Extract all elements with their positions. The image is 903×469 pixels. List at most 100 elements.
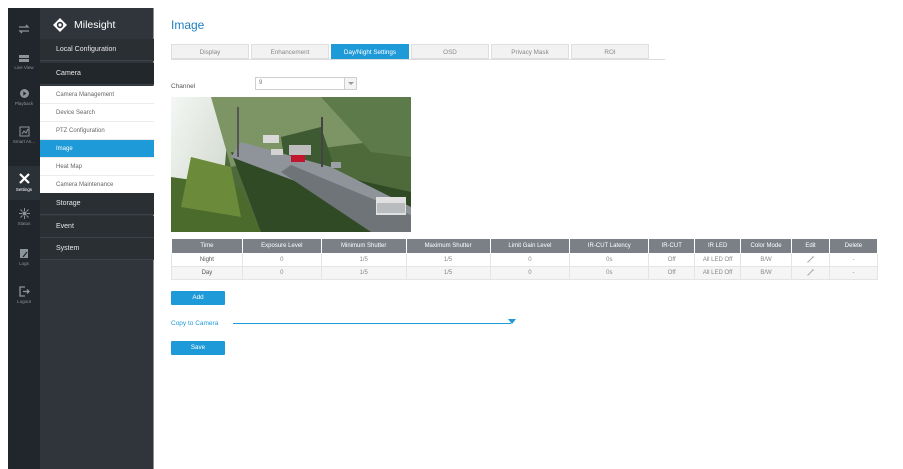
copy-to-camera-toggle[interactable]: Copy to Camera (171, 320, 218, 327)
add-button[interactable]: Add (171, 291, 225, 305)
tab-bar: Display Enhancement Day/Night Settings O… (171, 44, 649, 59)
cell-minimum-shutter: 1/5 (320, 266, 407, 280)
camera-submenu: Camera Management Device Search PTZ Conf… (40, 86, 154, 194)
cell-ir-cut: Off (648, 253, 696, 267)
table-row: Night 0 1/5 1/5 0 0s Off All LED Off B/W… (171, 253, 879, 267)
channel-value: 9 (259, 80, 263, 86)
rail-live-view[interactable]: Live View (8, 54, 40, 82)
submenu-device-search[interactable]: Device Search (40, 104, 154, 122)
channel-select[interactable]: 9 (255, 77, 357, 90)
tab-osd[interactable]: OSD (411, 44, 489, 59)
cell-exposure-level: 0 (241, 266, 322, 280)
brand-name: Milesight (74, 19, 116, 31)
rail-label: Logs (19, 261, 29, 266)
cell-ir-cut-latency: 0s (569, 253, 650, 267)
cell-time: Day (171, 266, 243, 280)
transfer-icon (18, 24, 30, 34)
column-header: IR-CUT Latency (569, 238, 650, 254)
tab-divider (171, 59, 665, 60)
submenu-camera-maintenance[interactable]: Camera Maintenance (40, 176, 154, 194)
cell-delete: - (828, 253, 879, 267)
column-header: Exposure Level (241, 238, 322, 254)
column-header: Limit Gain Level (489, 238, 571, 254)
column-header: Color Mode (740, 238, 793, 254)
rail-label: Status (17, 221, 31, 226)
rail-smart-analytics[interactable]: Smart An... (8, 126, 40, 154)
cell-maximum-shutter: 1/5 (405, 253, 491, 267)
tab-display[interactable]: Display (171, 44, 249, 59)
day-night-schedule-table: Time Exposure Level Minimum Shutter Maxi… (171, 238, 879, 280)
rail-settings[interactable]: Settings (8, 166, 40, 200)
cell-limit-gain-level: 0 (489, 266, 571, 280)
save-button[interactable]: Save (171, 341, 225, 355)
table-header-row: Time Exposure Level Minimum Shutter Maxi… (171, 238, 879, 254)
cell-limit-gain-level: 0 (489, 253, 571, 267)
column-header: IR-CUT (648, 238, 696, 254)
tab-privacy-mask[interactable]: Privacy Mask (491, 44, 569, 59)
menu-local-configuration[interactable]: Local Configuration (40, 39, 154, 61)
rail-label: Smart An... (12, 139, 36, 144)
submenu-ptz-configuration[interactable]: PTZ Configuration (40, 122, 154, 140)
sidebar: Milesight Local Configuration Camera Cam… (40, 8, 154, 469)
tab-enhancement[interactable]: Enhancement (251, 44, 329, 59)
table-row: Day 0 1/5 1/5 0 0s Off All LED Off B/W - (171, 266, 879, 280)
brand-logo: Milesight (52, 14, 115, 36)
rail-label: Settings (15, 187, 33, 192)
rail-label: Logout (17, 299, 31, 304)
tab-roi[interactable]: ROI (571, 44, 649, 59)
column-header: Edit (791, 238, 830, 254)
menu-system[interactable]: System (40, 238, 154, 260)
cell-maximum-shutter: 1/5 (405, 266, 491, 280)
playback-icon (19, 89, 29, 98)
column-header: Time (171, 238, 243, 254)
rail-playback[interactable]: Playback (8, 88, 40, 116)
rail-label: Live View (14, 65, 34, 70)
edit-icon[interactable] (806, 268, 815, 277)
column-header: IR LED (694, 238, 742, 254)
submenu-heat-map[interactable]: Heat Map (40, 158, 154, 176)
logs-icon (20, 249, 28, 258)
channel-label: Channel (171, 83, 196, 90)
cell-exposure-level: 0 (241, 253, 322, 267)
rail-transfer[interactable] (8, 24, 40, 46)
cell-ir-led: All LED Off (694, 266, 742, 280)
camera-preview (171, 97, 411, 232)
cell-color-mode: B/W (740, 266, 793, 280)
column-header: Delete (828, 238, 879, 254)
chevron-down-icon (344, 78, 356, 89)
rail-logs[interactable]: Logs (8, 248, 40, 276)
camera-preview-image (171, 97, 411, 232)
submenu-camera-management[interactable]: Camera Management (40, 86, 154, 104)
cell-edit (791, 266, 830, 280)
cell-ir-led: All LED Off (694, 253, 742, 267)
expand-arrow-icon[interactable] (508, 319, 516, 324)
status-icon (18, 208, 30, 219)
menu-storage[interactable]: Storage (40, 193, 154, 215)
rail-logout[interactable]: Logout (8, 286, 40, 314)
cell-ir-cut: Off (648, 266, 696, 280)
cell-time: Night (171, 253, 243, 267)
logout-icon (18, 286, 30, 297)
edit-icon[interactable] (806, 255, 815, 264)
submenu-image[interactable]: Image (40, 140, 154, 158)
live-view-icon (19, 55, 29, 62)
menu-camera[interactable]: Camera (40, 63, 154, 85)
column-header: Maximum Shutter (405, 238, 491, 254)
cell-ir-cut-latency: 0s (569, 266, 650, 280)
menu-event[interactable]: Event (40, 216, 154, 238)
cell-edit (791, 253, 830, 267)
icon-rail: Live View Playback Smart An... Settings … (8, 8, 40, 469)
tab-day-night-settings[interactable]: Day/Night Settings (331, 44, 409, 59)
copy-to-camera-divider (233, 323, 511, 324)
smart-analytics-icon (19, 126, 29, 137)
rail-label: Playback (14, 101, 34, 106)
milesight-logo-icon (53, 18, 67, 32)
main-content: Image Display Enhancement Day/Night Sett… (155, 8, 895, 469)
cell-delete: - (828, 266, 879, 280)
cell-minimum-shutter: 1/5 (320, 253, 407, 267)
rail-status[interactable]: Status (8, 208, 40, 236)
column-header: Minimum Shutter (320, 238, 407, 254)
settings-icon (18, 173, 30, 184)
cell-color-mode: B/W (740, 253, 793, 267)
page-title: Image (171, 18, 205, 32)
